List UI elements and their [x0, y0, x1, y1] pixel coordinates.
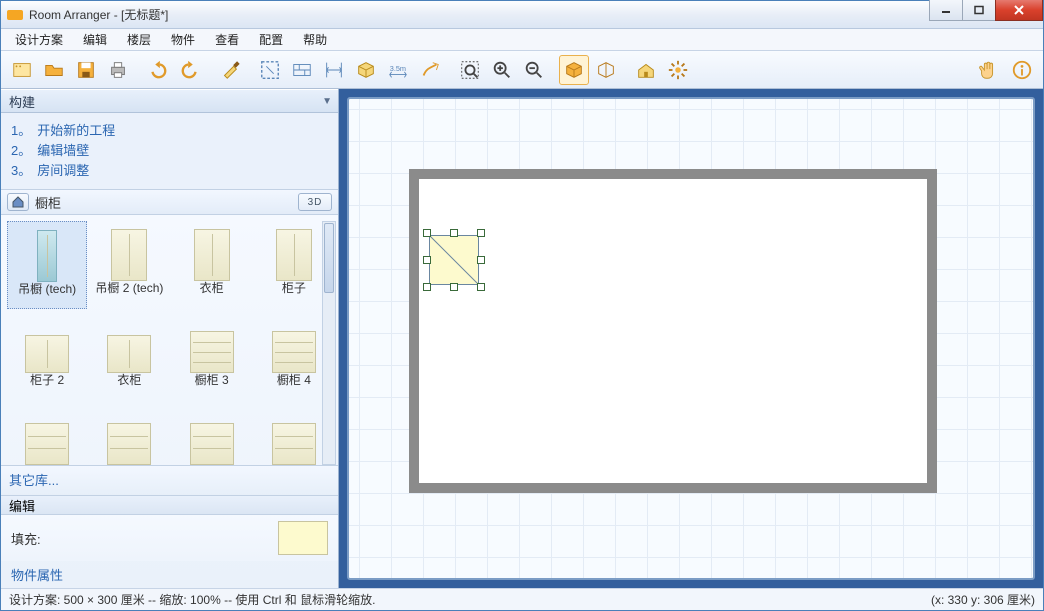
view-3d-icon[interactable] [559, 55, 589, 85]
lib-item-guizi2[interactable]: 柜子 2 [7, 313, 87, 401]
resize-handle[interactable] [477, 256, 485, 264]
edit-wall-icon[interactable] [415, 55, 445, 85]
status-left: 设计方案: 500 × 300 厘米 -- 缩放: 100% -- 使用 Ctr… [9, 591, 375, 608]
minimize-button[interactable] [929, 0, 963, 21]
edit-header[interactable]: 编辑 [1, 495, 338, 515]
lib-item-diaochu2[interactable]: 吊橱 2 (tech) [89, 221, 169, 309]
lib-item-yigui[interactable]: 衣柜 [172, 221, 252, 309]
main-area: 构建 ▼ 1。开始新的工程 2。编辑墙壁 3。房间调整 橱柜 3D 吊橱 (te… [1, 89, 1043, 588]
render-icon[interactable] [631, 55, 661, 85]
step-edit-walls[interactable]: 编辑墙壁 [37, 141, 89, 161]
menu-view[interactable]: 查看 [207, 29, 247, 50]
menu-config[interactable]: 配置 [251, 29, 291, 50]
lib-item-yigui2[interactable]: 衣柜 [89, 313, 169, 401]
menu-design[interactable]: 设计方案 [7, 29, 71, 50]
paint-button[interactable] [215, 55, 245, 85]
step-room-adjust[interactable]: 房间调整 [37, 161, 89, 181]
print-button[interactable] [103, 55, 133, 85]
build-panel: 构建 ▼ 1。开始新的工程 2。编辑墙壁 3。房间调整 橱柜 3D 吊橱 (te… [1, 89, 338, 495]
collapse-icon: ▼ [322, 96, 332, 107]
menu-help[interactable]: 帮助 [295, 29, 335, 50]
lib-item-diaochu-tech[interactable]: 吊橱 (tech) [7, 221, 87, 309]
library-scrollbar[interactable] [322, 221, 336, 465]
dimension-icon[interactable] [319, 55, 349, 85]
resize-handle[interactable] [423, 229, 431, 237]
resize-handle[interactable] [423, 283, 431, 291]
zoom-in-icon[interactable] [487, 55, 517, 85]
view-front-icon[interactable] [591, 55, 621, 85]
statusbar: 设计方案: 500 × 300 厘米 -- 缩放: 100% -- 使用 Ctr… [1, 588, 1043, 610]
close-button[interactable] [995, 0, 1043, 21]
fill-label: 填充: [11, 529, 41, 548]
resize-handle[interactable] [477, 229, 485, 237]
save-button[interactable] [71, 55, 101, 85]
menu-floor[interactable]: 楼层 [119, 29, 159, 50]
selected-object[interactable] [423, 229, 485, 291]
measure-icon[interactable]: 3.5m [383, 55, 413, 85]
wall-button[interactable] [255, 55, 285, 85]
category-header: 橱柜 3D [1, 189, 338, 215]
resize-handle[interactable] [450, 229, 458, 237]
app-window: Room Arranger - [无标题*] 设计方案 编辑 楼层 物件 查看 … [0, 0, 1044, 611]
resize-handle[interactable] [477, 283, 485, 291]
sidebar: 构建 ▼ 1。开始新的工程 2。编辑墙壁 3。房间调整 橱柜 3D 吊橱 (te… [1, 89, 339, 588]
canvas[interactable] [347, 97, 1035, 580]
hand-icon[interactable] [973, 55, 1003, 85]
category-title: 橱柜 [35, 193, 61, 212]
status-coords: (x: 330 y: 306 厘米) [931, 591, 1035, 608]
window-controls [930, 0, 1043, 21]
lib-item-chugui3[interactable]: 橱柜 3 [172, 313, 252, 401]
toolbar: 3.5m [1, 51, 1043, 89]
new-button[interactable] [7, 55, 37, 85]
maximize-button[interactable] [962, 0, 996, 21]
zoom-fit-icon[interactable] [455, 55, 485, 85]
app-icon [7, 10, 23, 20]
build-steps: 1。开始新的工程 2。编辑墙壁 3。房间调整 [1, 113, 338, 189]
fill-row: 填充: [1, 515, 338, 561]
zoom-out-icon[interactable] [519, 55, 549, 85]
box-icon[interactable] [351, 55, 381, 85]
other-libraries-link[interactable]: 其它库... [1, 465, 338, 495]
undo-button[interactable] [143, 55, 173, 85]
resize-handle[interactable] [423, 256, 431, 264]
build-header[interactable]: 构建 ▼ [1, 89, 338, 113]
window-title: Room Arranger - [无标题*] [29, 6, 168, 23]
step-new-project[interactable]: 开始新的工程 [37, 121, 115, 141]
svg-text:3.5m: 3.5m [390, 63, 406, 72]
open-button[interactable] [39, 55, 69, 85]
info-icon[interactable] [1007, 55, 1037, 85]
menubar: 设计方案 编辑 楼层 物件 查看 配置 帮助 [1, 29, 1043, 51]
fill-swatch[interactable] [278, 521, 328, 555]
redo-button[interactable] [175, 55, 205, 85]
menu-edit[interactable]: 编辑 [75, 29, 115, 50]
library: 吊橱 (tech) 吊橱 2 (tech) 衣柜 柜子 柜子 2 衣柜 橱柜 3… [1, 215, 338, 495]
3d-toggle[interactable]: 3D [298, 193, 332, 211]
home-button[interactable] [7, 193, 29, 211]
canvas-wrap [339, 89, 1043, 588]
titlebar: Room Arranger - [无标题*] [1, 1, 1043, 29]
room-outline[interactable] [409, 169, 937, 493]
resize-handle[interactable] [450, 283, 458, 291]
brick-button[interactable] [287, 55, 317, 85]
build-header-label: 构建 [9, 92, 35, 111]
menu-object[interactable]: 物件 [163, 29, 203, 50]
settings-icon[interactable] [663, 55, 693, 85]
